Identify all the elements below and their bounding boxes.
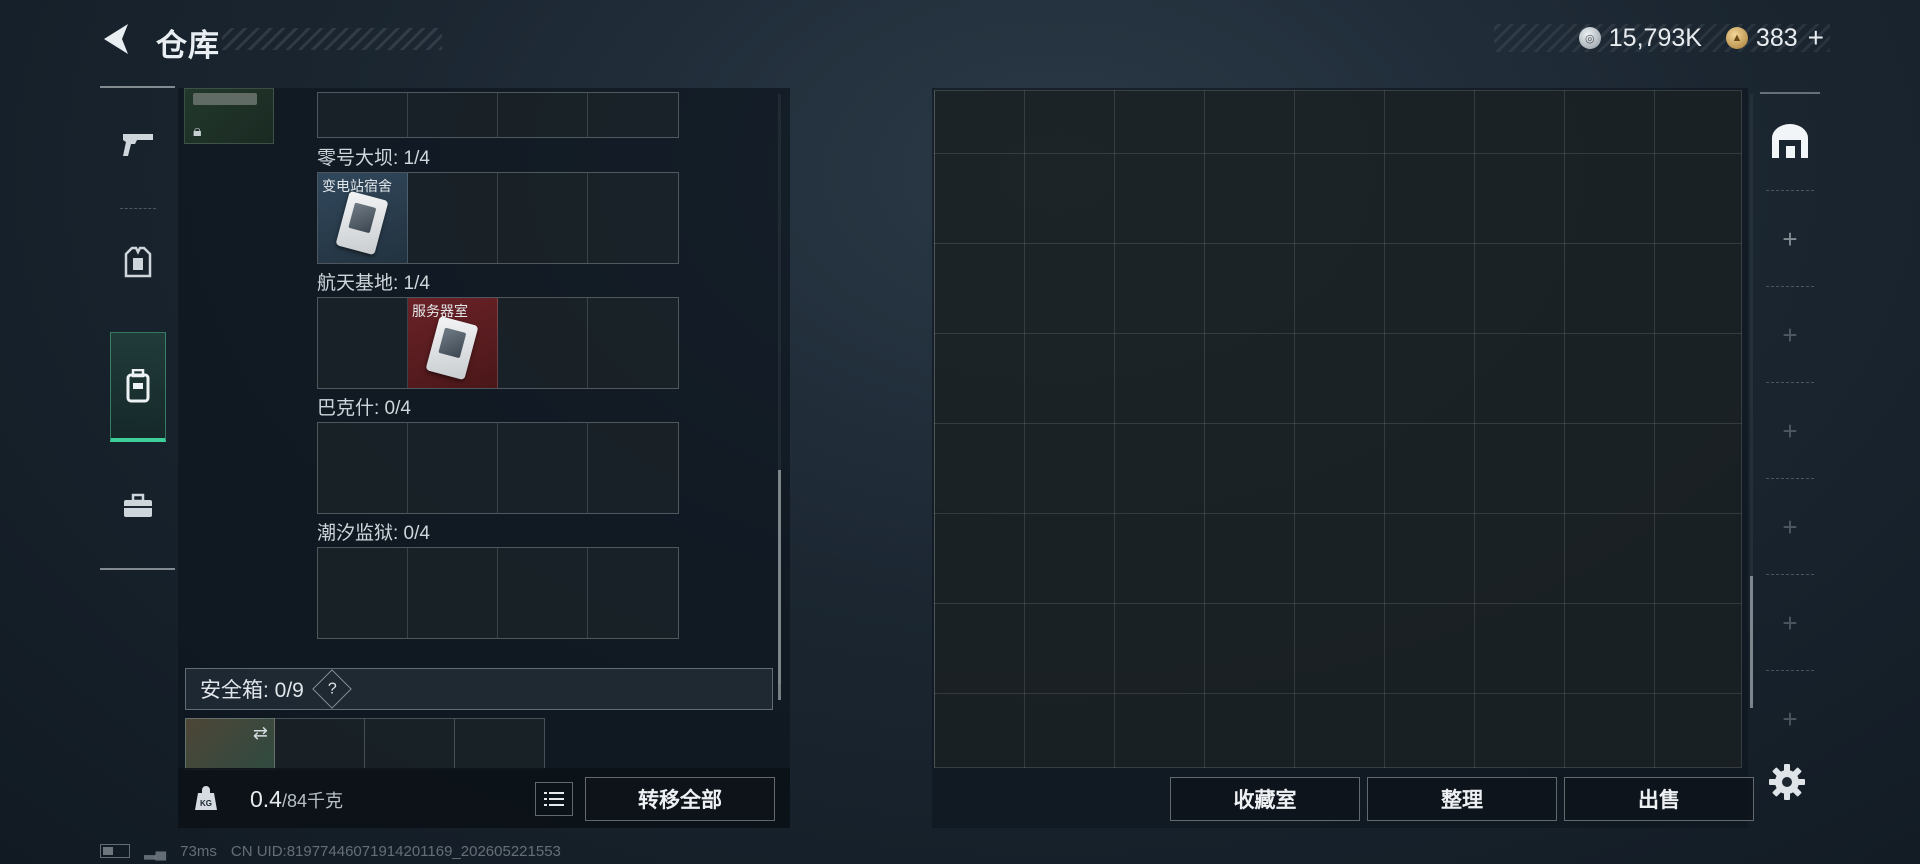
key-card-slot[interactable]: 服务器室 (408, 298, 498, 388)
grid-cell[interactable] (498, 423, 588, 513)
backpack-icon (126, 368, 150, 402)
plus-icon: + (1782, 703, 1798, 734)
stash-tab-main[interactable] (1760, 94, 1820, 188)
plus-icon: + (1782, 223, 1798, 254)
key-grid-row-tidal-prison (317, 547, 679, 639)
add-stash-tab-1[interactable]: + (1760, 192, 1820, 286)
grid-cell[interactable] (498, 548, 588, 638)
safebox-grid: ⇄ (185, 718, 545, 770)
grid-cell[interactable] (498, 93, 588, 137)
swap-icon[interactable]: ⇄ (253, 723, 268, 744)
list-view-button[interactable] (535, 782, 573, 816)
ping-readout: 73ms (180, 842, 217, 860)
weight-current: 0.4 (250, 786, 282, 812)
battery-icon (100, 844, 130, 858)
grid-cell[interactable] (318, 548, 408, 638)
section-label-zero-dam: 零号大坝: 1/4 (317, 148, 430, 169)
stash-scroll-thumb[interactable] (1750, 576, 1753, 708)
category-nav (100, 86, 175, 570)
grid-cell[interactable] (408, 173, 498, 263)
status-bar: ▂▄ 73ms CN UID:819774460719142011​69_202… (100, 842, 561, 860)
section-label-space-base: 航天基地: 1/4 (317, 273, 430, 294)
silver-currency-amount: 15,793K (1608, 23, 1702, 52)
add-stash-tab-2[interactable]: + (1760, 288, 1820, 382)
transfer-all-button[interactable]: 转移全部 (585, 777, 775, 821)
plus-icon: + (1782, 319, 1798, 350)
warehouse-icon (1772, 124, 1808, 158)
grid-cell[interactable] (408, 93, 498, 137)
back-arrow-icon[interactable] (98, 20, 134, 58)
collection-room-button[interactable]: 收藏室 (1170, 777, 1360, 821)
grid-cell[interactable] (408, 423, 498, 513)
pistol-icon (122, 134, 153, 156)
safebox-cell[interactable] (365, 718, 455, 770)
uid-readout: CN UID:819774460719142011​69_20260522155… (230, 842, 561, 860)
safebox-cell[interactable] (275, 718, 365, 770)
currency-bar: ◎ 15,793K ▲ 383 + (1494, 24, 1830, 52)
grid-cell[interactable] (588, 548, 678, 638)
grid-cell[interactable] (588, 298, 678, 388)
key-card-label: 变电站宿舍 (322, 178, 392, 194)
grid-cell[interactable] (318, 298, 408, 388)
stash-tabs: + + + + + + (1760, 92, 1820, 770)
sell-button[interactable]: 出售 (1564, 777, 1754, 821)
add-currency-button[interactable]: + (1808, 24, 1824, 52)
safebox-header: 安全箱: 0/9 ? (185, 668, 773, 710)
silver-coin-icon: ◎ (1578, 27, 1601, 49)
svg-text:KG: KG (200, 799, 212, 808)
nav-weapons[interactable] (100, 96, 175, 192)
plus-icon: + (1782, 511, 1798, 542)
plus-icon: + (1782, 607, 1798, 638)
grid-cell[interactable] (588, 423, 678, 513)
weight-icon: KG (178, 774, 234, 824)
grid-cell[interactable] (318, 93, 408, 137)
nav-toolbox[interactable] (100, 458, 175, 554)
help-icon[interactable]: ? (312, 669, 352, 709)
nav-armor[interactable] (100, 214, 175, 310)
page-title: 仓库 (156, 28, 220, 63)
safebox-container-item[interactable]: ⇄ (185, 718, 275, 770)
section-label-tidal-prison: 潮汐监狱: 0/4 (317, 523, 430, 544)
safebox-cell[interactable] (455, 718, 545, 770)
key-card-label: 服务器室 (412, 303, 468, 319)
grid-cell[interactable] (588, 173, 678, 263)
key-grid-row-zero-dam: 变电站宿舍 (317, 172, 679, 264)
key-card-icon (425, 315, 479, 381)
carry-weight: 0.4/84千克 (250, 786, 343, 813)
gold-coin-icon: ▲ (1725, 27, 1748, 49)
grid-cell[interactable] (498, 298, 588, 388)
grid-cell[interactable] (498, 173, 588, 263)
key-card-icon (335, 190, 389, 256)
list-icon (544, 792, 564, 806)
lock-icon: 🔒︎ (193, 123, 202, 140)
add-stash-tab-6[interactable]: + (1760, 672, 1820, 766)
toolbox-icon (123, 493, 152, 517)
vest-icon (124, 246, 151, 278)
add-stash-tab-3[interactable]: + (1760, 384, 1820, 478)
grid-cell[interactable] (588, 93, 678, 137)
key-grid-row-partial (317, 92, 679, 138)
signal-icon: ▂▄ (144, 843, 167, 860)
safebox-label: 安全箱: 0/9 (200, 679, 304, 702)
key-grid-row-bakhsh (317, 422, 679, 514)
section-label-bakhsh: 巴克什: 0/4 (317, 398, 411, 419)
locked-equipment-slot[interactable]: 🔒︎ (184, 88, 274, 144)
grid-cell[interactable] (318, 423, 408, 513)
key-card-slot[interactable]: 变电站宿舍 (318, 173, 408, 263)
sort-button[interactable]: 整理 (1367, 777, 1557, 821)
gold-currency-amount: 383 (1755, 23, 1798, 52)
weight-max: /84千克 (281, 791, 344, 811)
grid-cell[interactable] (408, 548, 498, 638)
add-stash-tab-5[interactable]: + (1760, 576, 1820, 670)
nav-backpack[interactable] (110, 332, 166, 442)
settings-gear-icon[interactable] (1767, 762, 1807, 802)
title-decoration (222, 28, 442, 50)
inventory-scroll-thumb[interactable] (778, 470, 781, 700)
weapon-thumbnail (193, 93, 257, 105)
add-stash-tab-4[interactable]: + (1760, 480, 1820, 574)
plus-icon: + (1782, 415, 1798, 446)
key-grid-row-space-base: 服务器室 (317, 297, 679, 389)
stash-grid[interactable] (934, 90, 1742, 768)
